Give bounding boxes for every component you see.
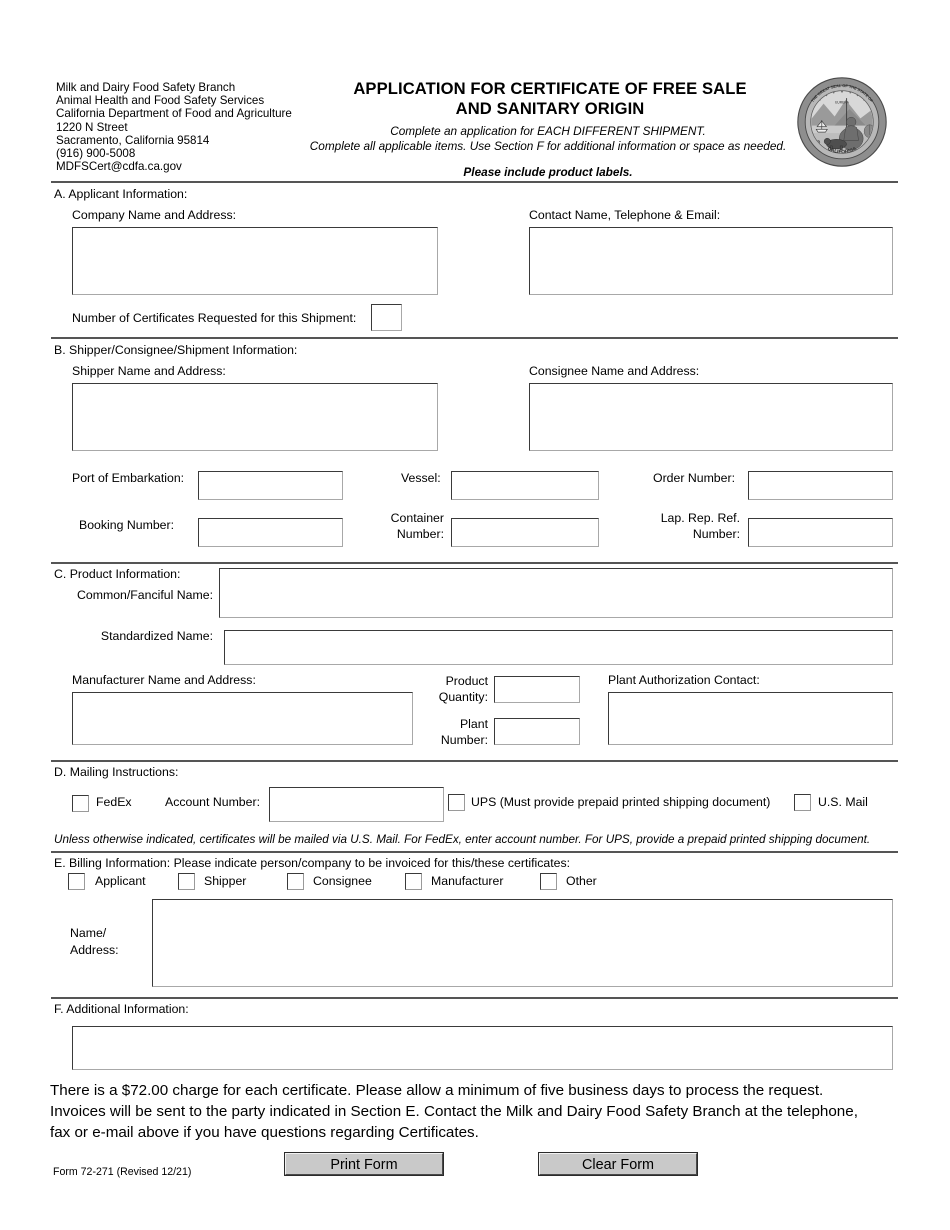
checkbox-billing-applicant[interactable]	[68, 873, 85, 890]
fee-notice-line1: There is a $72.00 charge for each certif…	[50, 1082, 824, 1099]
contact-name-telephone-email-label: Contact Name, Telephone & Email:	[529, 208, 721, 222]
divider-section-c	[51, 760, 898, 762]
form-number: Form 72-271 (Revised 12/21)	[53, 1166, 192, 1178]
page-title-line2: AND SANITARY ORIGIN	[455, 99, 645, 118]
subtitle-line2: Complete all applicable items. Use Secti…	[309, 139, 787, 153]
billing-name-address-input[interactable]	[152, 899, 893, 987]
section-b-heading: B. Shipper/Consignee/Shipment Informatio…	[54, 343, 298, 357]
port-of-embarkation-input[interactable]	[198, 471, 343, 500]
fedex-label: FedEx	[96, 795, 132, 809]
us-mail-label: U.S. Mail	[818, 795, 868, 809]
divider-header	[51, 181, 898, 183]
billing-option-label-shipper: Shipper	[204, 874, 247, 888]
checkbox-billing-other[interactable]	[540, 873, 557, 890]
checkbox-fedex[interactable]	[72, 795, 89, 812]
lap-rep-ref-input[interactable]	[748, 518, 893, 547]
print-form-button[interactable]: Print Form	[284, 1152, 444, 1176]
account-number-input[interactable]	[269, 787, 444, 822]
billing-option-label-applicant: Applicant	[95, 874, 146, 888]
billing-option-label-other: Other	[566, 874, 597, 888]
ups-label: UPS (Must provide prepaid printed shippi…	[471, 795, 771, 809]
order-number-label: Order Number:	[653, 471, 736, 485]
checkbox-billing-consignee[interactable]	[287, 873, 304, 890]
checkbox-ups[interactable]	[448, 794, 465, 811]
account-number-label: Account Number:	[165, 795, 261, 809]
additional-information-input[interactable]	[72, 1026, 893, 1070]
certificates-requested-label: Number of Certificates Requested for thi…	[72, 311, 357, 325]
checkbox-us-mail[interactable]	[794, 794, 811, 811]
plant-authorization-contact-input[interactable]	[608, 692, 893, 745]
common-fanciful-name-label: Common/Fanciful Name:	[77, 588, 213, 602]
billing-option-label-consignee: Consignee	[313, 874, 372, 888]
container-number-input[interactable]	[451, 518, 599, 547]
divider-section-a	[51, 337, 898, 339]
product-quantity-label-line1: Product	[445, 674, 488, 688]
lap-rep-ref-label-line2: Number:	[692, 527, 740, 541]
california-state-seal: THE GREAT SEAL OF THE STATE OF CALIFORNI…	[796, 76, 888, 173]
shipper-name-address-input[interactable]	[72, 383, 438, 451]
mailing-note: Unless otherwise indicated, certificates…	[54, 833, 871, 846]
divider-section-b	[51, 562, 898, 564]
standardized-name-label: Standardized Name:	[100, 629, 213, 643]
product-quantity-label-line2: Quantity:	[438, 690, 488, 704]
fee-notice-line3: fax or e-mail above if you have question…	[50, 1124, 479, 1141]
booking-number-input[interactable]	[198, 518, 343, 547]
consignee-name-address-input[interactable]	[529, 383, 893, 451]
shipper-name-address-label: Shipper Name and Address:	[72, 364, 226, 378]
product-quantity-input[interactable]	[494, 676, 580, 703]
form-page: Milk and Dairy Food Safety Branch Animal…	[0, 0, 950, 1230]
company-name-address-input[interactable]	[72, 227, 438, 295]
section-e-heading: E. Billing Information: Please indicate …	[54, 856, 571, 870]
seal-motto: EUREKA	[835, 101, 849, 105]
clear-form-button[interactable]: Clear Form	[538, 1152, 698, 1176]
divider-section-d	[51, 851, 898, 853]
billing-option-label-manufacturer: Manufacturer	[431, 874, 504, 888]
divider-section-e	[51, 997, 898, 999]
common-fanciful-name-input[interactable]	[219, 568, 893, 618]
billing-name-address-label-line1: Name/	[70, 926, 107, 940]
container-number-label-line2: Number:	[396, 527, 444, 541]
certificates-requested-input[interactable]	[371, 304, 402, 331]
container-number-label-line1: Container	[390, 511, 444, 525]
company-name-address-label: Company Name and Address:	[72, 208, 237, 222]
consignee-name-address-label: Consignee Name and Address:	[529, 364, 700, 378]
contact-name-telephone-email-input[interactable]	[529, 227, 893, 295]
plant-number-label-line1: Plant	[459, 717, 488, 731]
section-d-heading: D. Mailing Instructions:	[54, 765, 179, 779]
vessel-label: Vessel:	[401, 471, 441, 485]
checkbox-billing-manufacturer[interactable]	[405, 873, 422, 890]
subtitle-line1: Complete an application for EACH DIFFERE…	[390, 124, 706, 138]
lap-rep-ref-label-line1: Lap. Rep. Ref.	[660, 511, 740, 525]
plant-authorization-contact-label: Plant Authorization Contact:	[608, 673, 760, 687]
section-c-heading: C. Product Information:	[54, 567, 181, 581]
plant-number-input[interactable]	[494, 718, 580, 745]
section-a-heading: A. Applicant Information:	[54, 187, 188, 201]
page-title-line1: APPLICATION FOR CERTIFICATE OF FREE SALE	[353, 79, 747, 98]
plant-number-label-line2: Number:	[440, 733, 488, 747]
billing-name-address-label-line2: Address:	[70, 943, 119, 957]
port-of-embarkation-label: Port of Embarkation:	[72, 471, 185, 485]
manufacturer-name-address-input[interactable]	[72, 692, 413, 745]
checkbox-billing-shipper[interactable]	[178, 873, 195, 890]
subtitle-product-labels: Please include product labels.	[463, 165, 633, 179]
order-number-input[interactable]	[748, 471, 893, 500]
manufacturer-name-address-label: Manufacturer Name and Address:	[72, 673, 256, 687]
booking-number-label: Booking Number:	[79, 518, 175, 532]
vessel-input[interactable]	[451, 471, 599, 500]
fee-notice-line2: Invoices will be sent to the party indic…	[50, 1103, 858, 1120]
standardized-name-input[interactable]	[224, 630, 893, 665]
section-f-heading: F. Additional Information:	[54, 1002, 189, 1016]
